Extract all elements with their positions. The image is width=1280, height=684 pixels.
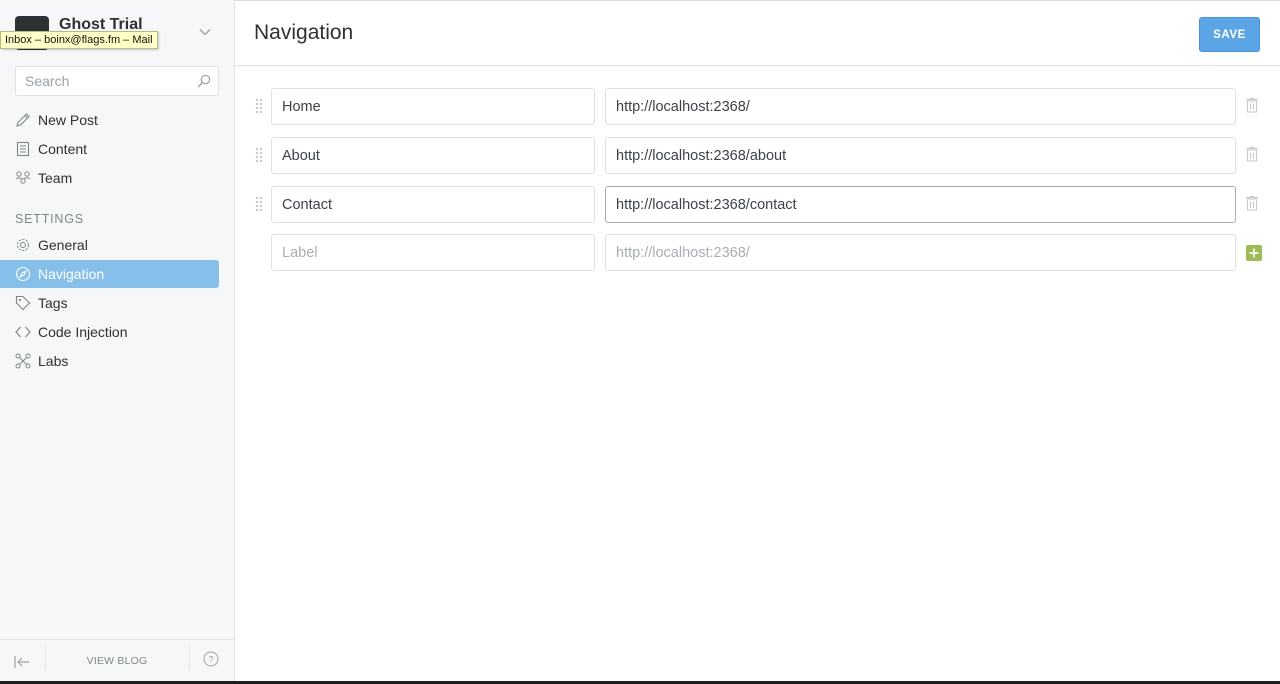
page-title: Navigation xyxy=(254,21,354,44)
sidebar-item-navigation[interactable]: Navigation xyxy=(0,260,219,288)
trash-icon[interactable] xyxy=(1245,195,1259,211)
svg-text:?: ? xyxy=(208,655,213,665)
save-button[interactable]: SAVE xyxy=(1199,17,1260,52)
sidebar-item-tags[interactable]: Tags xyxy=(0,289,219,317)
settings-section-label: SETTINGS xyxy=(15,212,84,226)
nav-label-input[interactable] xyxy=(272,187,594,222)
nav-url-field[interactable] xyxy=(605,186,1236,223)
nav-url-input[interactable] xyxy=(606,89,1235,124)
sidebar-footer: VIEW BLOG ? xyxy=(0,639,234,684)
sidebar-item-label: Navigation xyxy=(38,266,105,282)
sidebar-item-content[interactable]: Content xyxy=(0,135,219,163)
nav-url-field[interactable] xyxy=(605,88,1236,125)
footer-divider xyxy=(189,645,190,671)
search-icon[interactable] xyxy=(197,74,211,88)
nav-label-input[interactable] xyxy=(272,89,594,124)
navigation-item-row xyxy=(235,88,1280,126)
trash-icon[interactable] xyxy=(1245,97,1259,113)
tag-icon xyxy=(15,295,31,311)
nav-url-input[interactable] xyxy=(606,187,1235,222)
sidebar-item-label: Code Injection xyxy=(38,324,128,340)
navigation-item-row xyxy=(235,186,1280,224)
sidebar-item-label: Tags xyxy=(38,295,68,311)
drag-handle-icon[interactable] xyxy=(254,146,264,164)
nav-label-field[interactable] xyxy=(271,186,595,223)
drag-handle-icon[interactable] xyxy=(254,195,264,213)
sidebar-item-label: Team xyxy=(38,170,73,186)
plus-icon xyxy=(1249,248,1259,258)
new-navigation-item-row xyxy=(235,234,1280,272)
sidebar-item-label: New Post xyxy=(38,112,98,128)
chevron-down-icon[interactable] xyxy=(199,26,211,38)
collapse-sidebar-icon[interactable] xyxy=(12,652,32,672)
sidebar: Ghost Trial Inbox – boinx@flags.fm – Mai… xyxy=(0,0,235,684)
sidebar-item-team[interactable]: Team xyxy=(0,164,219,192)
new-label-input[interactable] xyxy=(272,235,594,270)
team-icon xyxy=(15,170,31,186)
sidebar-item-general[interactable]: General xyxy=(0,231,219,259)
code-icon xyxy=(15,324,31,340)
sidebar-item-label: Labs xyxy=(38,353,69,369)
nav-label-input[interactable] xyxy=(272,138,594,173)
sidebar-item-new-post[interactable]: New Post xyxy=(0,106,219,134)
new-url-field[interactable] xyxy=(605,234,1236,271)
drag-handle-icon[interactable] xyxy=(254,97,264,115)
nav-url-field[interactable] xyxy=(605,137,1236,174)
navigation-item-row xyxy=(235,137,1280,175)
new-label-field[interactable] xyxy=(271,234,595,271)
gear-icon xyxy=(15,237,31,253)
sidebar-item-label: Content xyxy=(38,141,88,157)
pencil-icon xyxy=(15,112,31,128)
search-box[interactable] xyxy=(15,66,219,96)
search-input[interactable] xyxy=(16,67,186,95)
document-icon xyxy=(15,141,31,157)
nav-label-field[interactable] xyxy=(271,88,595,125)
nav-url-input[interactable] xyxy=(606,138,1235,173)
labs-icon xyxy=(15,353,31,369)
sidebar-item-labs[interactable]: Labs xyxy=(0,347,219,375)
main-content: Navigation SAVE xyxy=(235,0,1280,684)
trash-icon[interactable] xyxy=(1245,146,1259,162)
tooltip: Inbox – boinx@flags.fm – Mail xyxy=(0,31,158,49)
new-url-input[interactable] xyxy=(606,235,1235,270)
sidebar-item-code-injection[interactable]: Code Injection xyxy=(0,318,219,346)
nav-label-field[interactable] xyxy=(271,137,595,174)
help-icon[interactable]: ? xyxy=(203,651,219,667)
sidebar-item-label: General xyxy=(38,237,88,253)
view-blog-link[interactable]: VIEW BLOG xyxy=(45,655,189,667)
compass-icon xyxy=(15,266,31,282)
add-item-button[interactable] xyxy=(1246,245,1262,261)
page-header: Navigation SAVE xyxy=(235,1,1280,66)
